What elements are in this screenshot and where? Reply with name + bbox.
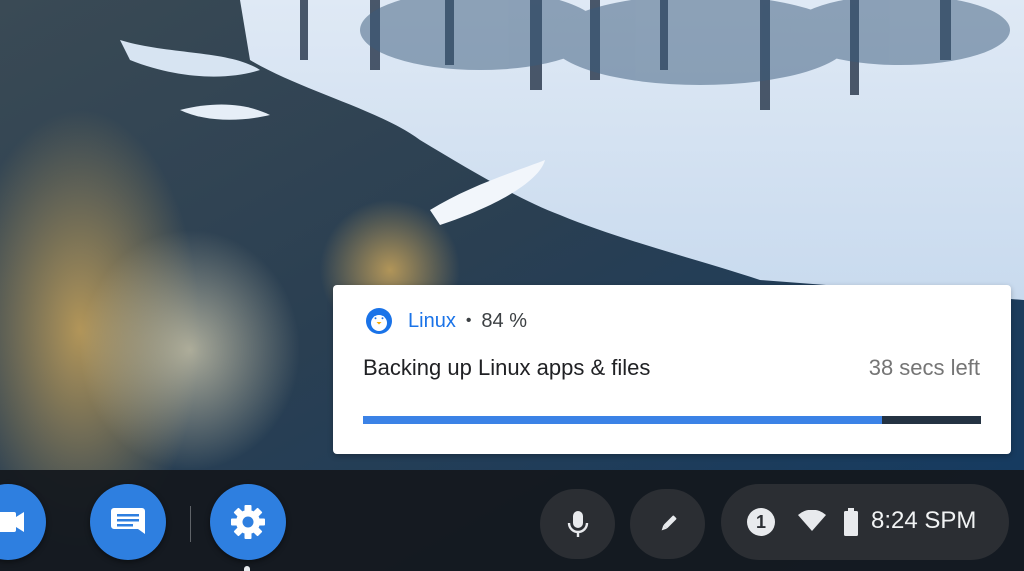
linux-penguin-icon	[363, 305, 395, 337]
dictation-button[interactable]	[540, 489, 615, 559]
notification-count-badge[interactable]: 1	[747, 508, 775, 536]
progress-bar-fill	[363, 416, 883, 424]
separator-dot: •	[465, 312, 472, 329]
battery-icon	[844, 508, 858, 536]
progress-bar	[363, 416, 981, 424]
notification-title: Backing up Linux apps & files	[363, 355, 651, 380]
wifi-icon	[798, 510, 826, 531]
notification-header: Linux • 84 %	[363, 305, 527, 337]
settings-app-icon[interactable]	[210, 484, 286, 560]
clock[interactable]: 8:24 SPM	[871, 507, 976, 535]
microphone-icon	[567, 511, 588, 537]
messages-app-icon[interactable]	[90, 484, 166, 560]
notification-source: Linux	[408, 309, 456, 332]
video-camera-icon	[0, 512, 24, 532]
progress-percent: 84 %	[481, 309, 528, 332]
video-app-icon[interactable]	[0, 484, 46, 560]
shelf-divider	[190, 506, 191, 542]
status-area[interactable]: 1 8:24 SPM	[721, 484, 1009, 560]
time-remaining: 38 secs left	[868, 355, 980, 380]
backup-notification[interactable]: Linux • 84 % Backing up Linux apps & fil…	[333, 285, 1011, 454]
message-icon	[111, 508, 145, 534]
gear-icon	[231, 505, 265, 539]
running-indicator	[244, 566, 250, 571]
stylus-tools-button[interactable]	[630, 489, 705, 559]
stylus-icon	[661, 515, 676, 531]
